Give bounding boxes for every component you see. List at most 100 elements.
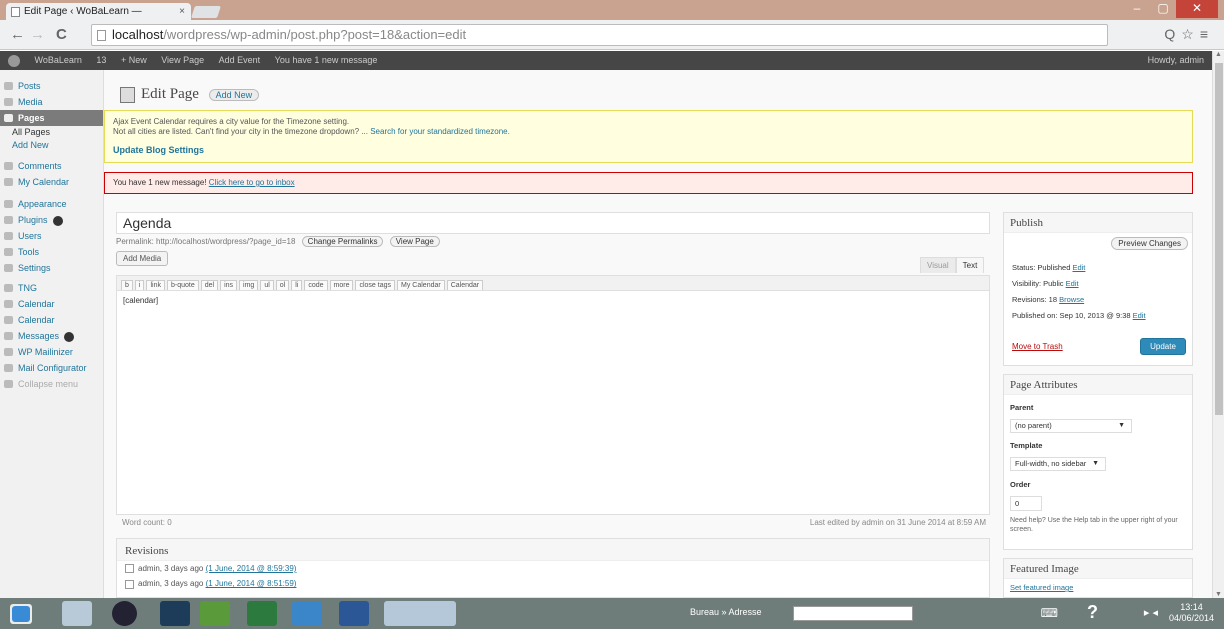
- word-icon[interactable]: [339, 601, 369, 626]
- sidebar-item-posts[interactable]: Posts: [0, 78, 103, 94]
- visibility-edit-link[interactable]: Edit: [1066, 279, 1079, 288]
- sidebar-item-calendar-2[interactable]: Calendar: [0, 312, 103, 328]
- set-featured-image-link[interactable]: Set featured image: [1010, 583, 1073, 592]
- scrollbar-thumb[interactable]: [1215, 63, 1223, 415]
- status-edit-link[interactable]: Edit: [1072, 263, 1085, 272]
- template-select[interactable]: Full-width, no sidebar ▼: [1010, 457, 1106, 471]
- admin-sidebar: Posts Media Pages All Pages Add New Comm…: [0, 70, 104, 598]
- qt-link-button[interactable]: link: [146, 280, 165, 290]
- hp-icon[interactable]: [112, 601, 137, 626]
- sidebar-item-appearance[interactable]: Appearance: [0, 196, 103, 212]
- sidebar-item-messages[interactable]: Messages: [0, 328, 103, 344]
- file-explorer-icon[interactable]: [62, 601, 92, 626]
- submenu-add-new[interactable]: Add New: [0, 139, 103, 152]
- qt-calendar-button[interactable]: Calendar: [446, 280, 484, 290]
- sidebar-item-users[interactable]: Users: [0, 228, 103, 244]
- move-to-trash-link[interactable]: Move to Trash: [1012, 342, 1063, 351]
- revisions-browse-link[interactable]: Browse: [1059, 295, 1084, 304]
- content-editor[interactable]: b i link b-quote del ins img ul ol li code more clos…: [116, 275, 990, 515]
- minimize-button[interactable]: –: [1124, 0, 1150, 18]
- tab-visual[interactable]: Visual: [920, 257, 956, 273]
- store-icon[interactable]: [247, 601, 277, 626]
- clock[interactable]: 13:14 04/06/2014: [1169, 602, 1214, 624]
- qt-code-button[interactable]: code: [304, 280, 328, 290]
- close-window-button[interactable]: ✕: [1176, 0, 1218, 18]
- qt-li-button[interactable]: li: [291, 280, 303, 290]
- sidebar-item-media[interactable]: Media: [0, 94, 103, 110]
- network-volume-icons[interactable]: ▸ ◂: [1144, 606, 1158, 619]
- submenu-all-pages[interactable]: All Pages: [0, 126, 103, 139]
- sidebar-item-comments[interactable]: Comments: [0, 158, 103, 174]
- sidebar-item-mail-configurator[interactable]: Mail Configurator: [0, 360, 103, 376]
- qt-blockquote-button[interactable]: b-quote: [166, 280, 199, 290]
- collapse-menu-button[interactable]: Collapse menu: [0, 376, 103, 392]
- wordpress-logo-icon[interactable]: [8, 54, 20, 67]
- revision-link[interactable]: (1 June, 2014 @ 8:59:39): [206, 564, 297, 573]
- qt-bold-button[interactable]: b: [121, 280, 133, 290]
- maximize-button[interactable]: ▢: [1150, 0, 1176, 18]
- scroll-up-icon[interactable]: ▲: [1215, 51, 1222, 58]
- qt-close-tags-button[interactable]: close tags: [355, 280, 396, 290]
- preview-changes-button[interactable]: Preview Changes: [1111, 237, 1188, 250]
- order-input[interactable]: 0: [1010, 496, 1042, 511]
- sidebar-item-pages[interactable]: Pages: [0, 110, 103, 126]
- sidebar-item-tools[interactable]: Tools: [0, 244, 103, 260]
- qt-italic-button[interactable]: i: [134, 280, 145, 290]
- qt-ul-button[interactable]: ul: [260, 280, 274, 290]
- taskbar-address-input[interactable]: [793, 606, 913, 621]
- address-bar[interactable]: localhost/wordpress/wp-admin/post.php?po…: [91, 24, 1108, 46]
- chrome-icon[interactable]: [200, 601, 230, 626]
- media-app-icon[interactable]: [160, 601, 190, 626]
- forward-icon[interactable]: →: [30, 26, 45, 43]
- inbox-link[interactable]: Click here to go to inbox: [209, 178, 295, 187]
- timezone-search-link[interactable]: Search for your standardized timezone.: [370, 127, 510, 136]
- qt-ins-button[interactable]: ins: [220, 280, 238, 290]
- adminbar-messages[interactable]: You have 1 new message: [275, 51, 378, 70]
- paint-icon[interactable]: [384, 601, 456, 626]
- post-title-input[interactable]: Agenda: [116, 212, 990, 234]
- adminbar-new[interactable]: + New: [121, 51, 147, 70]
- revision-checkbox[interactable]: [125, 564, 134, 574]
- tab-text[interactable]: Text: [955, 257, 985, 273]
- adminbar-add-event[interactable]: Add Event: [219, 51, 261, 70]
- update-button[interactable]: Update: [1140, 338, 1186, 355]
- help-icon[interactable]: ?: [1087, 602, 1098, 623]
- scroll-down-icon[interactable]: ▼: [1215, 591, 1222, 598]
- sidebar-item-calendar[interactable]: Calendar: [0, 296, 103, 312]
- revision-checkbox[interactable]: [125, 579, 134, 589]
- sidebar-item-settings[interactable]: Settings: [0, 260, 103, 276]
- sidebar-item-tng[interactable]: TNG: [0, 280, 103, 296]
- adminbar-updates[interactable]: 13: [96, 51, 106, 70]
- update-blog-settings-link[interactable]: Update Blog Settings: [113, 145, 1184, 155]
- browser-tab[interactable]: Edit Page ‹ WoBaLearn — ×: [6, 3, 191, 20]
- sidebar-item-label: Mail Configurator: [18, 363, 87, 373]
- adminbar-howdy[interactable]: Howdy, admin: [1148, 51, 1204, 70]
- published-on-edit-link[interactable]: Edit: [1133, 311, 1146, 320]
- adminbar-view-page[interactable]: View Page: [161, 51, 204, 70]
- tab-close-icon[interactable]: ×: [179, 3, 185, 20]
- reload-icon[interactable]: C: [56, 26, 67, 43]
- add-media-button[interactable]: Add Media: [116, 251, 169, 266]
- internet-explorer-icon[interactable]: [292, 601, 322, 626]
- qt-ol-button[interactable]: ol: [275, 280, 290, 290]
- change-permalinks-button[interactable]: Change Permalinks: [301, 236, 384, 247]
- qt-img-button[interactable]: img: [239, 280, 259, 290]
- revision-link[interactable]: (1 June, 2014 @ 8:51:59): [206, 579, 297, 588]
- keyboard-icon[interactable]: ⌨: [1041, 606, 1058, 620]
- editor-text[interactable]: [calendar]: [117, 291, 989, 310]
- parent-select[interactable]: (no parent) ▼: [1010, 419, 1132, 433]
- new-tab-button[interactable]: [191, 6, 221, 18]
- view-page-button[interactable]: View Page: [389, 236, 440, 247]
- add-new-button[interactable]: Add New: [208, 88, 260, 101]
- qt-my-calendar-button[interactable]: My Calendar: [397, 280, 445, 290]
- page-scrollbar[interactable]: ▲ ▼: [1212, 51, 1224, 598]
- adminbar-site-name[interactable]: WoBaLearn: [35, 51, 82, 70]
- qt-more-button[interactable]: more: [329, 280, 354, 290]
- sidebar-item-wp-mailinizer[interactable]: WP Mailinizer: [0, 344, 103, 360]
- back-icon[interactable]: ←: [10, 26, 25, 43]
- qt-del-button[interactable]: del: [200, 280, 219, 290]
- page-title: Edit Page: [141, 86, 199, 102]
- browser-menu-icons[interactable]: Q☆≡: [1164, 26, 1214, 43]
- sidebar-item-my-calendar[interactable]: My Calendar: [0, 174, 103, 190]
- sidebar-item-plugins[interactable]: Plugins: [0, 212, 103, 228]
